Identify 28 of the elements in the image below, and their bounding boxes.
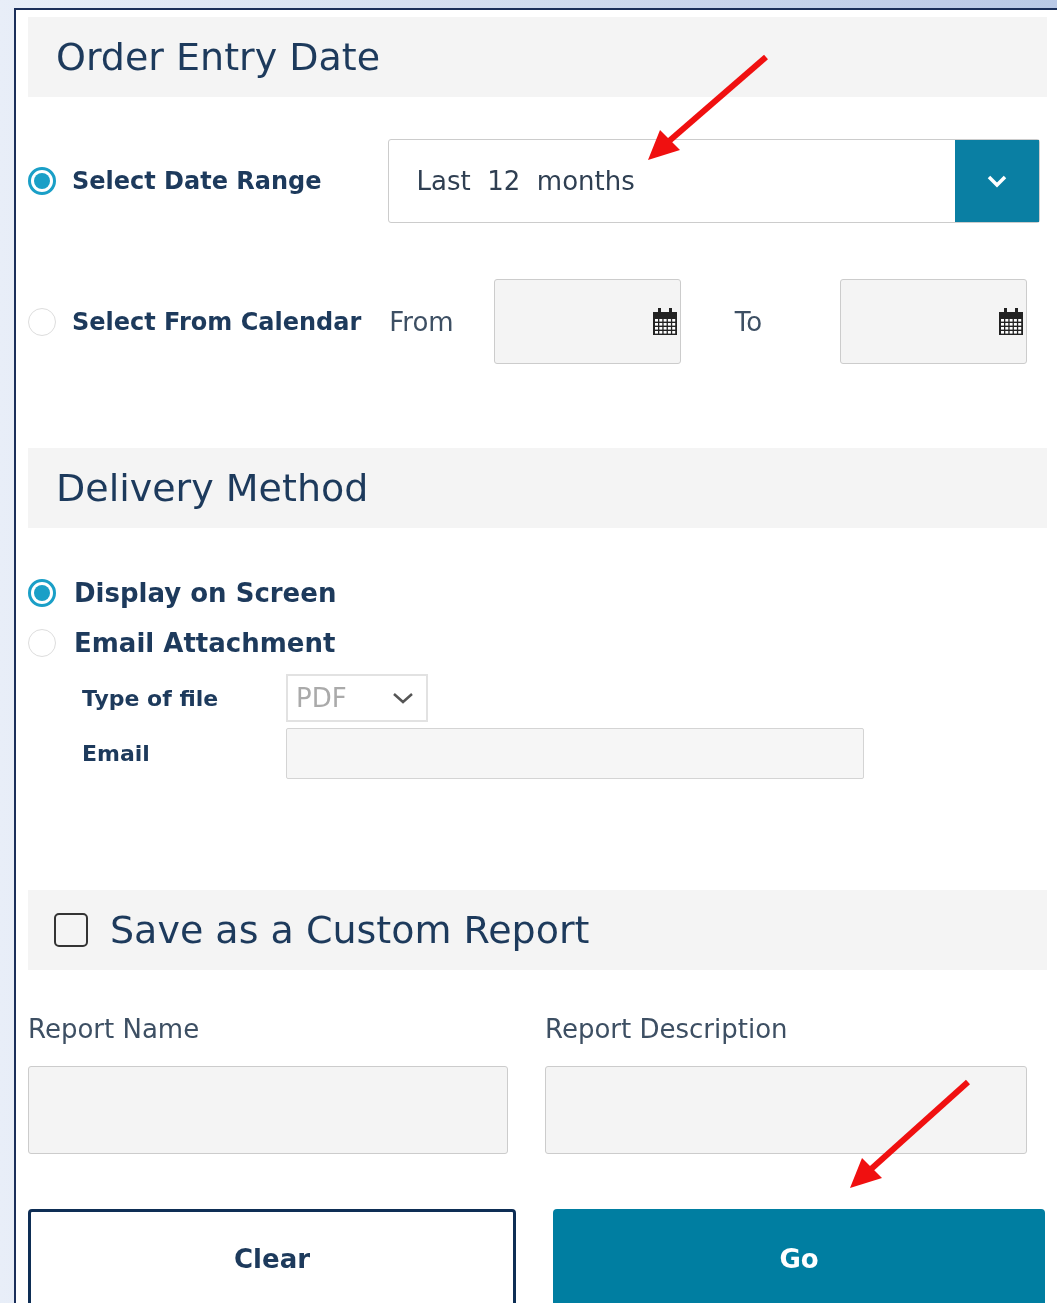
chevron-down-icon: [985, 174, 1008, 188]
report-description-label: Report Description: [545, 1014, 788, 1044]
email-field[interactable]: [286, 728, 864, 779]
chevron-down-icon: [392, 692, 414, 704]
clear-button[interactable]: Clear: [28, 1209, 516, 1303]
radio-label: Select Date Range: [72, 167, 322, 195]
checkbox[interactable]: [54, 913, 88, 947]
radio-button[interactable]: [28, 167, 56, 195]
section-title: Order Entry Date: [28, 17, 1047, 97]
calendar-icon[interactable]: [998, 307, 1025, 336]
report-name-field[interactable]: [28, 1066, 508, 1154]
to-label: To: [734, 306, 763, 337]
section-title: Save as a Custom Report: [110, 908, 590, 952]
radio-button[interactable]: [28, 579, 56, 607]
report-name-label: Report Name: [28, 1014, 200, 1044]
radio-label: Display on Screen: [74, 578, 337, 608]
calendar-icon[interactable]: [651, 307, 678, 336]
report-description-field[interactable]: [545, 1066, 1027, 1154]
date-range-dropdown[interactable]: Last 12 months: [387, 139, 1040, 223]
go-button[interactable]: Go: [553, 1209, 1045, 1303]
file-type-label: Type of file: [82, 685, 220, 711]
from-label: From: [389, 306, 454, 337]
radio-label: Select From Calendar: [72, 307, 362, 336]
email-label: Email: [82, 741, 151, 766]
from-date-field[interactable]: [493, 279, 681, 364]
section-title: Delivery Method: [28, 448, 1047, 528]
to-date-field[interactable]: [840, 279, 1028, 364]
radio-label: Email Attachment: [74, 628, 336, 658]
